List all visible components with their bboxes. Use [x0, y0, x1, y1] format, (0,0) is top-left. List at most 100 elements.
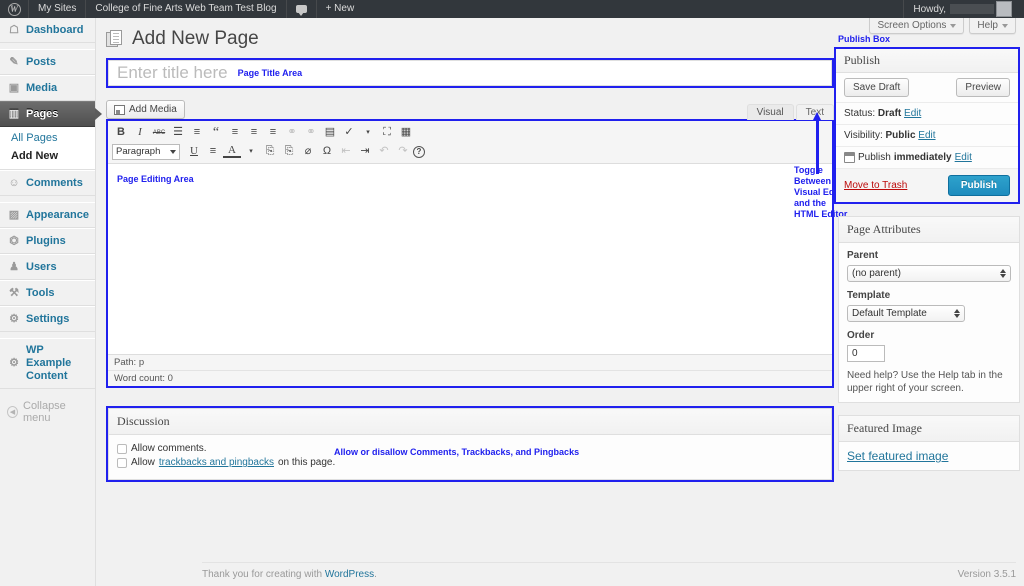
- tab-visual[interactable]: Visual: [747, 104, 794, 120]
- underline-icon[interactable]: U: [185, 143, 203, 160]
- annotation-page-editing-area: Page Editing Area: [117, 174, 194, 184]
- sidebar-item-add-new[interactable]: Add New: [0, 147, 95, 165]
- insert-link-icon[interactable]: ⚭: [283, 124, 301, 141]
- page-document-icon: [106, 30, 124, 48]
- select-spinner-icon: [1000, 269, 1006, 278]
- editor-status-bar: Path: p Word count: 0: [108, 354, 832, 386]
- sidebar-item-plugins[interactable]: ⏣ Plugins: [0, 228, 95, 254]
- dashboard-icon: ☖: [7, 23, 21, 37]
- screen-options-tab[interactable]: Screen Options: [869, 18, 964, 34]
- kitchen-sink-icon[interactable]: ▦: [397, 124, 415, 141]
- visibility-edit-link[interactable]: Edit: [918, 130, 935, 141]
- save-draft-button[interactable]: Save Draft: [844, 78, 909, 97]
- paste-as-text-icon[interactable]: ⎘: [261, 143, 279, 160]
- publish-button[interactable]: Publish: [948, 175, 1010, 196]
- site-name-menu[interactable]: College of Fine Arts Web Team Test Blog: [86, 0, 285, 18]
- text-color-dropdown-icon[interactable]: ▾: [242, 143, 260, 160]
- comments-shortcut[interactable]: [287, 0, 316, 18]
- gear-icon: ⚙: [7, 357, 21, 371]
- unordered-list-icon[interactable]: ☰: [169, 124, 187, 141]
- appearance-icon: ▨: [7, 208, 21, 222]
- publish-date-label: Publish: [858, 152, 891, 163]
- help-tab[interactable]: Help: [969, 18, 1016, 34]
- align-center-icon[interactable]: ≡: [245, 124, 263, 141]
- preview-button[interactable]: Preview: [956, 78, 1010, 97]
- sidebar-item-users[interactable]: ♟ Users: [0, 254, 95, 280]
- status-row: Status: Draft Edit: [836, 103, 1018, 125]
- sidebar-item-label: Tools: [26, 287, 89, 300]
- add-media-icon: [114, 105, 125, 115]
- pages-submenu: All Pages Add New: [0, 127, 95, 170]
- publish-date-row: Publish immediately Edit: [836, 147, 1018, 169]
- blockquote-icon[interactable]: “: [207, 124, 225, 141]
- wordpress-link[interactable]: WordPress: [325, 569, 374, 580]
- sidebar-item-appearance[interactable]: ▨ Appearance: [0, 202, 95, 228]
- help-icon[interactable]: ?: [413, 146, 425, 158]
- publish-actions-row: Save Draft Preview: [836, 73, 1018, 103]
- indent-icon[interactable]: ⇥: [356, 143, 374, 160]
- sidebar-item-label: Settings: [26, 313, 89, 326]
- paste-from-word-icon[interactable]: ⎘: [280, 143, 298, 160]
- sidebar-item-comments[interactable]: ☺ Comments: [0, 170, 95, 196]
- my-sites-menu[interactable]: My Sites: [29, 0, 85, 18]
- spellcheck-icon[interactable]: ✓: [340, 124, 358, 141]
- title-input-row[interactable]: Enter title here Page Title Area: [108, 60, 832, 86]
- outdent-icon[interactable]: ⇤: [337, 143, 355, 160]
- unlink-icon[interactable]: ⚭: [302, 124, 320, 141]
- italic-icon[interactable]: I: [131, 124, 149, 141]
- sidebar-item-settings[interactable]: ⚙ Settings: [0, 306, 95, 332]
- toolbar-row-1: B I ABC ☰ ≡ “ ≡ ≡ ≡ ⚭ ⚭ ▤ ✓ ▾ ⛶: [112, 124, 828, 141]
- wordpress-logo-button[interactable]: W: [0, 0, 28, 18]
- allow-pingbacks-row[interactable]: Allow trackbacks and pingbacks on this p…: [117, 457, 823, 468]
- text-color-icon[interactable]: A: [223, 145, 241, 158]
- new-content-menu[interactable]: + New: [317, 0, 364, 18]
- strikethrough-icon[interactable]: ABC: [150, 124, 168, 141]
- title-input[interactable]: Enter title here: [117, 63, 228, 83]
- editor-region: Add Media Visual Text B I ABC ☰ ≡ “: [106, 100, 834, 388]
- help-label: Help: [977, 20, 998, 31]
- parent-select[interactable]: (no parent): [847, 265, 1011, 282]
- paragraph-format-select[interactable]: Paragraph: [112, 144, 180, 160]
- sidebar-item-tools[interactable]: ⚒ Tools: [0, 280, 95, 306]
- template-label: Template: [847, 290, 1011, 301]
- remove-formatting-icon[interactable]: ⌀: [299, 143, 317, 160]
- status-edit-link[interactable]: Edit: [904, 108, 921, 119]
- align-left-icon[interactable]: ≡: [226, 124, 244, 141]
- set-featured-image-link[interactable]: Set featured image: [847, 449, 948, 463]
- allow-comments-checkbox[interactable]: [117, 444, 127, 454]
- special-character-icon[interactable]: Ω: [318, 143, 336, 160]
- insert-more-tag-icon[interactable]: ▤: [321, 124, 339, 141]
- chevron-down-icon: [170, 150, 176, 154]
- add-media-button[interactable]: Add Media: [106, 100, 185, 119]
- footer-thanks-pre: Thank you for creating with: [202, 569, 325, 580]
- template-select[interactable]: Default Template: [847, 305, 965, 322]
- justify-icon[interactable]: ≡: [204, 143, 222, 160]
- fullscreen-icon[interactable]: ⛶: [378, 124, 396, 141]
- collapse-menu-button[interactable]: ◀ Collapse menu: [0, 393, 95, 431]
- sidebar-item-wp-example-content[interactable]: ⚙ WP Example Content: [0, 338, 95, 389]
- account-menu[interactable]: Howdy,: [904, 0, 1024, 18]
- redo-icon[interactable]: ↷: [394, 143, 412, 160]
- sidebar-item-posts[interactable]: ✎ Posts: [0, 49, 95, 75]
- spellcheck-dropdown-icon[interactable]: ▾: [359, 124, 377, 141]
- align-right-icon[interactable]: ≡: [264, 124, 282, 141]
- sidebar-item-pages[interactable]: ▥ Pages: [0, 101, 95, 127]
- sidebar-item-all-pages[interactable]: All Pages: [0, 129, 95, 147]
- sidebar-item-dashboard[interactable]: ☖ Dashboard: [0, 18, 95, 43]
- sidebar-item-media[interactable]: ▣ Media: [0, 75, 95, 101]
- undo-icon[interactable]: ↶: [375, 143, 393, 160]
- pages-icon: ▥: [7, 107, 21, 121]
- publish-box-title: Publish: [836, 49, 1018, 73]
- move-to-trash-link[interactable]: Move to Trash: [844, 180, 907, 191]
- bold-icon[interactable]: B: [112, 124, 130, 141]
- trackbacks-pingbacks-link[interactable]: trackbacks and pingbacks: [159, 457, 274, 468]
- publish-date-edit-link[interactable]: Edit: [955, 152, 972, 163]
- admin-sidebar: ☖ Dashboard ✎ Posts ▣ Media ▥ Pages All …: [0, 18, 96, 586]
- parent-label: Parent: [847, 250, 1011, 261]
- chevron-down-icon: [1002, 24, 1008, 28]
- allow-pingbacks-checkbox[interactable]: [117, 458, 127, 468]
- order-input[interactable]: 0: [847, 345, 885, 362]
- editor-content-area[interactable]: Page Editing Area: [108, 164, 832, 354]
- sidebar-item-label: Posts: [26, 56, 89, 69]
- ordered-list-icon[interactable]: ≡: [188, 124, 206, 141]
